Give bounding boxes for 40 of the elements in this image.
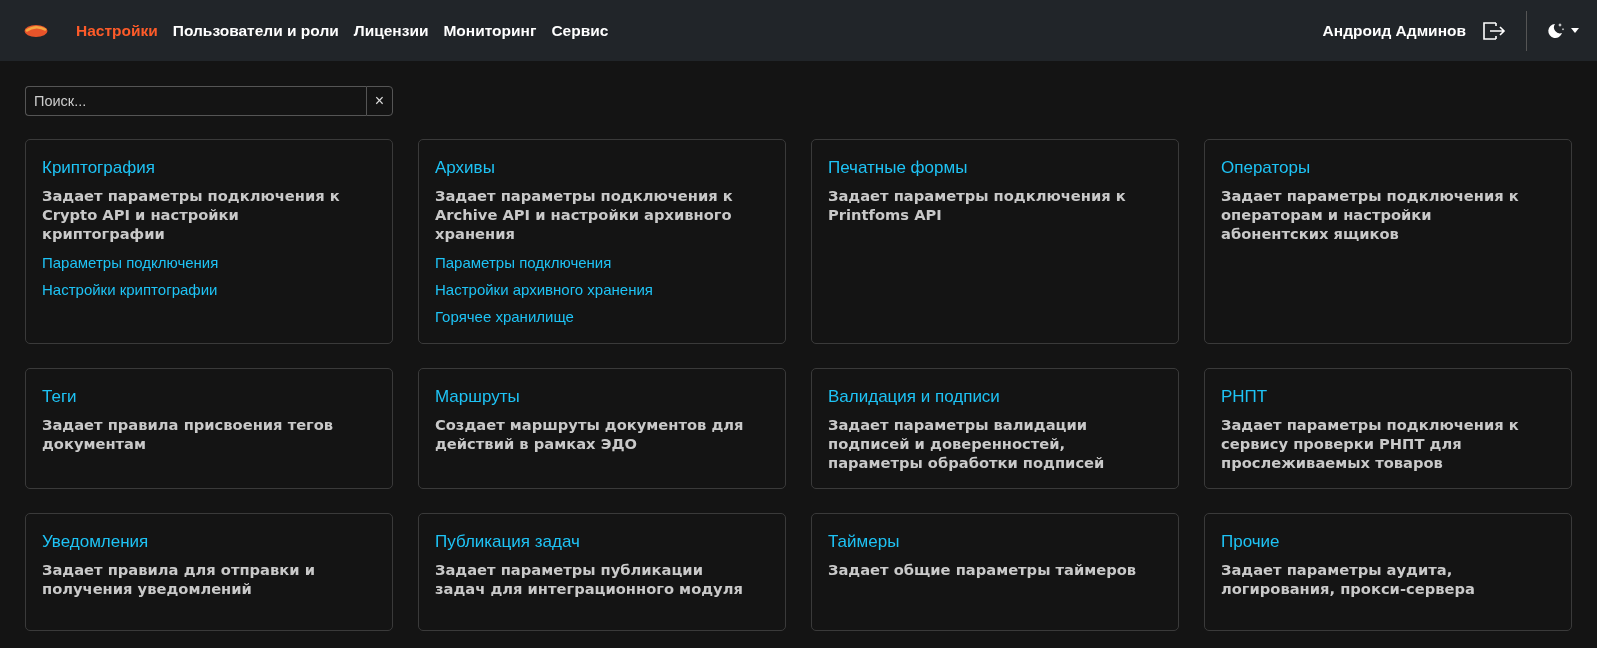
card-link[interactable]: Настройки криптографии [42, 276, 218, 303]
card-title[interactable]: Публикация задач [435, 532, 769, 552]
card-title[interactable]: Валидация и подписи [828, 387, 1162, 407]
card-description: Задает параметры публикации задач для интеграционного модуля [435, 560, 744, 598]
card-link[interactable]: Параметры подключения [435, 249, 612, 276]
nav-link[interactable]: Лицензии [353, 21, 429, 40]
card-description: Задает параметры подключения к Printfoms API [828, 186, 1127, 224]
card-title[interactable]: Архивы [435, 158, 769, 178]
nav-link[interactable]: Пользователи и роли [172, 21, 339, 40]
nav-link[interactable]: Сервис [551, 21, 609, 40]
user-name: Андроид Админов [1322, 21, 1466, 40]
card-title[interactable]: Криптография [42, 158, 376, 178]
card-title[interactable]: Теги [42, 387, 376, 407]
card-description: Задает параметры подключения к сервису проверки РНПТ для прослеживаемых товаров [1221, 415, 1520, 472]
card-description: Задает параметры аудита, логирования, прокси-сервера [1221, 560, 1476, 598]
card-description: Задает правила для отправки и получения уведомлений [42, 560, 316, 598]
card-link[interactable]: Горячее хранилище [435, 303, 574, 330]
card-description: Создает маршруты документов для действий в рамках ЭДО [435, 415, 745, 453]
card-description: Задает параметры подключения к Crypto API и настройки криптографии [42, 186, 341, 243]
logout-icon[interactable] [1482, 20, 1506, 41]
card-title[interactable]: РНПТ [1221, 387, 1555, 407]
caret-icon [1571, 28, 1579, 33]
nav-link[interactable]: Настройки [76, 21, 158, 40]
card-description: Задает параметры подключения к операторам и настройки абонентских ящиков [1221, 186, 1520, 243]
search-field[interactable]: Поиск... [25, 86, 366, 116]
card-description: Задает параметры подключения к Archive API и настройки архивного хранения [435, 186, 734, 243]
clear-button[interactable]: × [366, 86, 393, 116]
card-description: Задает параметры валидации подписей и доверенностей, параметры обработки подписей [828, 415, 1106, 472]
card-title[interactable]: Маршруты [435, 387, 769, 407]
card-title[interactable]: Таймеры [828, 532, 1162, 552]
card-description: Задает общие параметры таймеров [828, 560, 1138, 579]
card-title[interactable]: Печатные формы [828, 158, 1162, 178]
card-description: Задает правила присвоения тегов документам [42, 415, 335, 453]
card-link[interactable]: Настройки архивного хранения [435, 276, 653, 303]
card-link[interactable]: Параметры подключения [42, 249, 219, 276]
card-title[interactable]: Прочие [1221, 532, 1555, 552]
logo-icon[interactable] [24, 23, 48, 38]
card-title[interactable]: Уведомления [42, 532, 376, 552]
nav-link[interactable]: Мониторинг [443, 21, 537, 40]
card-title[interactable]: Операторы [1221, 158, 1555, 178]
